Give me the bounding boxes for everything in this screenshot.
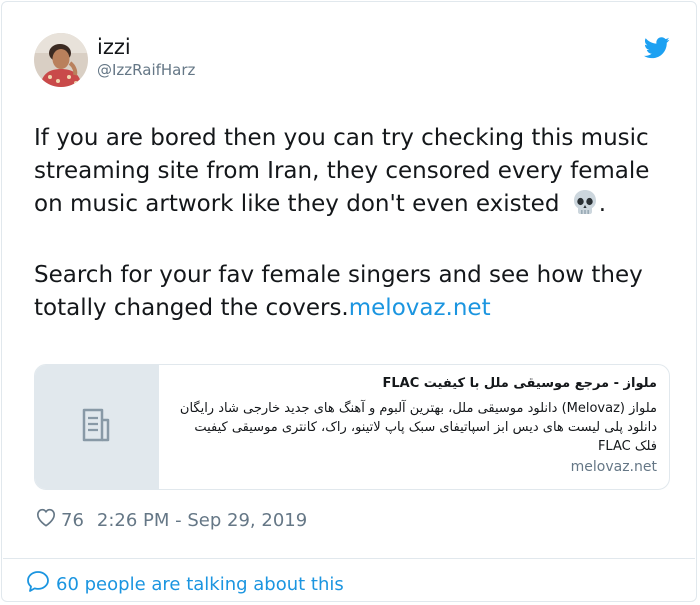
card-description: ملواز (Melovaz) دانلود موسیقی ملل، بهتری… <box>179 401 657 454</box>
card-title: ملواز - مرجع موسیقی ملل با کیفیت FLAC <box>382 376 658 391</box>
tweet-paragraph-2: Search for your fav female singers and s… <box>34 262 651 321</box>
twitter-bird-icon[interactable] <box>643 37 670 59</box>
tweet-meta: 76 2:26 PM - Sep 29, 2019 <box>35 507 307 534</box>
author-handle[interactable]: @IzzRaifHarz <box>97 60 195 80</box>
card-thumbnail <box>35 365 159 489</box>
talking-about-link[interactable]: 60 people are talking about this <box>26 570 344 599</box>
author-display-name[interactable]: izzi <box>97 34 131 60</box>
tweet-card: izzi @IzzRaifHarz If you are bored then … <box>1 1 697 602</box>
tweet-paragraph-1: If you are bored then you can try checki… <box>34 125 657 217</box>
like-count: 76 <box>61 509 84 531</box>
document-icon <box>78 406 116 448</box>
heart-icon[interactable] <box>35 507 61 534</box>
card-info: ملواز - مرجع موسیقی ملل با کیفیت FLAC مل… <box>175 375 657 456</box>
card-domain: melovaz.net <box>570 459 657 475</box>
avatar[interactable] <box>34 33 88 87</box>
like-button[interactable]: 76 <box>35 507 84 534</box>
speech-bubble-icon <box>26 570 56 599</box>
skull-emoji <box>571 188 599 226</box>
link-preview-card[interactable]: ملواز - مرجع موسیقی ملل با کیفیت FLAC مل… <box>34 364 670 490</box>
divider <box>3 558 695 559</box>
talking-about-text[interactable]: 60 people are talking about this <box>56 573 344 597</box>
tweet-text: If you are bored then you can try checki… <box>34 122 674 325</box>
tweet-paragraph-1-end: . <box>598 191 607 217</box>
tweet-link[interactable]: melovaz.net <box>349 295 491 321</box>
tweet-timestamp[interactable]: 2:26 PM - Sep 29, 2019 <box>97 509 307 533</box>
